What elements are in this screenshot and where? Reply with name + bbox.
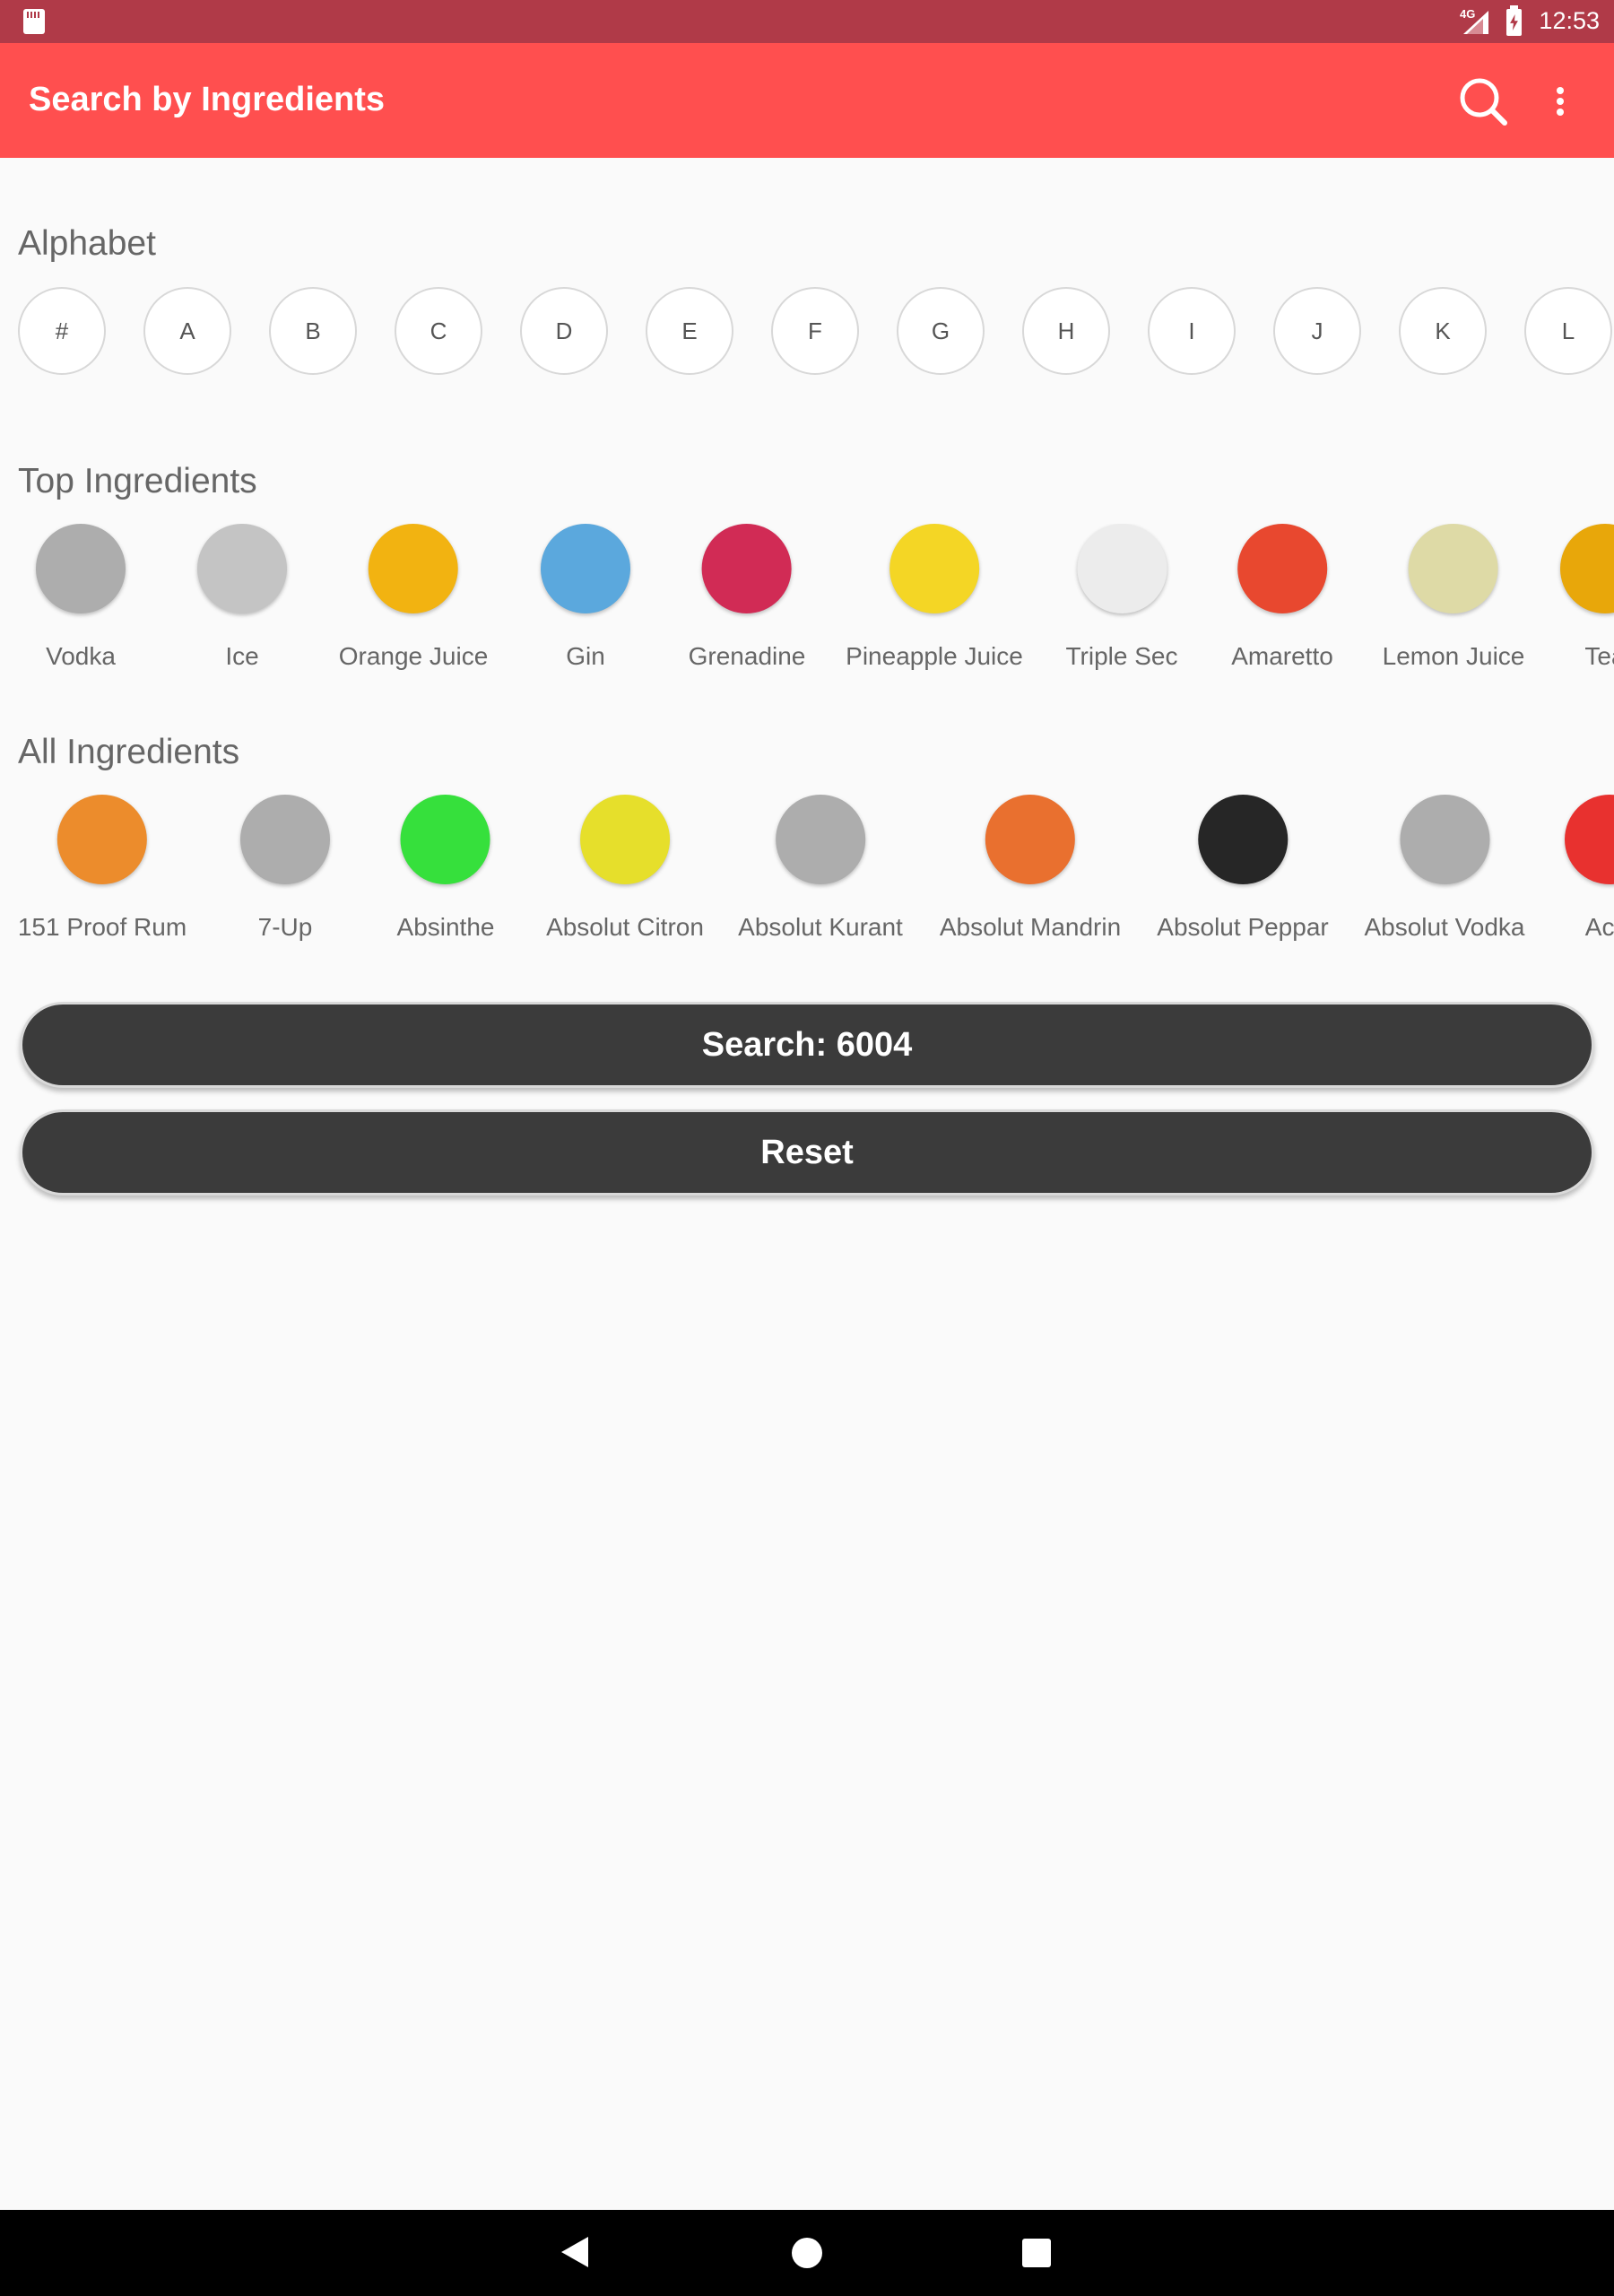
alphabet-letter-button[interactable]: E — [646, 287, 733, 375]
alphabet-letter-button[interactable]: F — [771, 287, 859, 375]
ingredient-item[interactable]: Absolut Mandrin — [940, 795, 1121, 942]
alphabet-letter-button[interactable]: J — [1273, 287, 1361, 375]
ingredient-color-swatch — [889, 524, 979, 613]
ingredient-item[interactable]: Amaretto — [1231, 524, 1333, 671]
alphabet-letter-button[interactable]: C — [395, 287, 482, 375]
back-icon[interactable] — [561, 2237, 588, 2267]
ingredient-item[interactable]: 7-Up — [240, 795, 330, 942]
ingredient-item[interactable]: Pineapple Juice — [846, 524, 1023, 671]
ingredient-item[interactable]: 151 Proof Rum — [18, 795, 187, 942]
ingredient-item[interactable]: Absinthe — [396, 795, 495, 942]
alphabet-letter-button[interactable]: K — [1399, 287, 1487, 375]
ingredient-color-swatch — [541, 524, 630, 613]
ingredient-item[interactable]: Triple Sec — [1065, 524, 1178, 671]
ingredient-color-swatch — [1076, 524, 1167, 613]
alphabet-letter-button[interactable]: G — [897, 287, 985, 375]
ingredient-item[interactable]: Orange Juice — [338, 524, 489, 671]
alphabet-row: # A B C D E F G H I J K L — [18, 287, 1614, 377]
ingredient-color-swatch — [197, 524, 287, 613]
ingredient-item[interactable]: Absolut Peppar — [1157, 795, 1329, 942]
overflow-menu-button[interactable] — [1544, 70, 1576, 133]
ingredient-item[interactable]: Grenadine — [688, 524, 806, 671]
ingredient-color-swatch — [580, 795, 670, 884]
recent-apps-icon[interactable] — [1022, 2239, 1051, 2267]
ingredient-label: Absolut Citron — [546, 913, 704, 941]
ingredient-item[interactable]: Vodka — [36, 524, 126, 671]
ingredient-label: Pineapple Juice — [846, 642, 1023, 670]
ingredient-label: Orange Juice — [338, 642, 489, 670]
ingredient-item[interactable]: Acid — [1565, 795, 1614, 942]
search-results-button[interactable]: Search: 6004 — [20, 1002, 1594, 1088]
ingredient-label: Acid — [1584, 913, 1614, 941]
ingredient-color-swatch — [368, 524, 458, 613]
alphabet-letter-button[interactable]: I — [1148, 287, 1236, 375]
top-ingredients-title: Top Ingredients — [18, 462, 257, 500]
ingredient-label: Grenadine — [688, 642, 806, 670]
ingredient-label: Amaretto — [1231, 642, 1333, 670]
ingredient-color-swatch — [1560, 524, 1614, 613]
ingredient-label: Absolut Peppar — [1157, 913, 1329, 941]
alphabet-letter-button[interactable]: # — [18, 287, 106, 375]
ingredient-label: Absinthe — [396, 913, 495, 941]
ingredient-item[interactable]: Absolut Citron — [546, 795, 704, 942]
ingredient-label: 151 Proof Rum — [17, 913, 187, 941]
ingredient-color-swatch — [1198, 795, 1288, 884]
top-ingredients-row: Vodka Ice Orange Juice Gin Grenadine Pineappl… — [0, 524, 1614, 676]
ingredient-item[interactable]: Tea — [1560, 524, 1614, 671]
ingredient-label: Tea — [1584, 642, 1614, 670]
ingredient-label: Gin — [566, 642, 605, 670]
ingredient-label: Triple Sec — [1065, 642, 1178, 670]
alphabet-section-title: Alphabet — [18, 224, 156, 263]
ingredient-color-swatch — [240, 795, 330, 884]
network-type-label: 4G — [1460, 7, 1476, 21]
ingredient-color-swatch — [985, 795, 1075, 884]
app-bar: Search by Ingredients — [0, 43, 1614, 158]
status-bar: 4G 12:53 — [0, 0, 1614, 43]
ingredient-label: Vodka — [46, 642, 116, 670]
ingredient-color-swatch — [1237, 524, 1327, 613]
home-icon[interactable] — [792, 2238, 822, 2268]
ingredient-color-swatch — [1565, 795, 1614, 884]
reset-button[interactable]: Reset — [20, 1109, 1594, 1196]
ingredient-label: 7-Up — [257, 913, 313, 941]
ingredient-label: Lemon Juice — [1382, 642, 1525, 670]
app-screen: 4G 12:53 Search by Ingredients Alphabet … — [0, 0, 1614, 2296]
page-title: Search by Ingredients — [29, 81, 386, 118]
ingredient-item[interactable]: Lemon Juice — [1382, 524, 1525, 671]
ingredient-item[interactable]: Ice — [197, 524, 287, 671]
ingredient-color-swatch — [701, 524, 792, 613]
ingredient-item[interactable]: Absolut Kurant — [738, 795, 903, 942]
all-ingredients-row: 151 Proof Rum 7-Up Absinthe Absolut Citron A… — [0, 795, 1614, 947]
search-icon — [1460, 78, 1507, 126]
navigation-bar — [0, 2210, 1614, 2296]
ingredient-color-swatch — [775, 795, 865, 884]
alphabet-letter-button[interactable]: B — [269, 287, 357, 375]
ingredient-color-swatch — [401, 795, 490, 884]
battery-charging-icon — [1506, 5, 1522, 36]
alphabet-letter-button[interactable]: L — [1524, 287, 1612, 375]
alphabet-letter-button[interactable]: H — [1022, 287, 1110, 375]
ingredient-color-swatch — [1400, 795, 1489, 884]
ingredient-label: Absolut Kurant — [738, 913, 903, 941]
ingredient-color-swatch — [36, 524, 126, 613]
ingredient-item[interactable]: Absolut Vodka — [1364, 795, 1525, 942]
status-clock: 12:53 — [1539, 7, 1600, 34]
ingredient-label: Ice — [225, 642, 259, 670]
ingredient-color-swatch — [56, 795, 147, 884]
all-ingredients-title: All Ingredients — [18, 733, 240, 771]
more-vert-icon — [1557, 87, 1564, 116]
search-button[interactable] — [1453, 70, 1515, 133]
ingredient-item[interactable]: Gin — [541, 524, 630, 671]
ingredient-color-swatch — [1408, 524, 1498, 613]
alphabet-letter-button[interactable]: D — [520, 287, 608, 375]
sd-card-icon — [23, 9, 45, 34]
alphabet-letter-button[interactable]: A — [143, 287, 231, 375]
ingredient-label: Absolut Mandrin — [939, 913, 1122, 941]
ingredient-label: Absolut Vodka — [1364, 913, 1525, 941]
